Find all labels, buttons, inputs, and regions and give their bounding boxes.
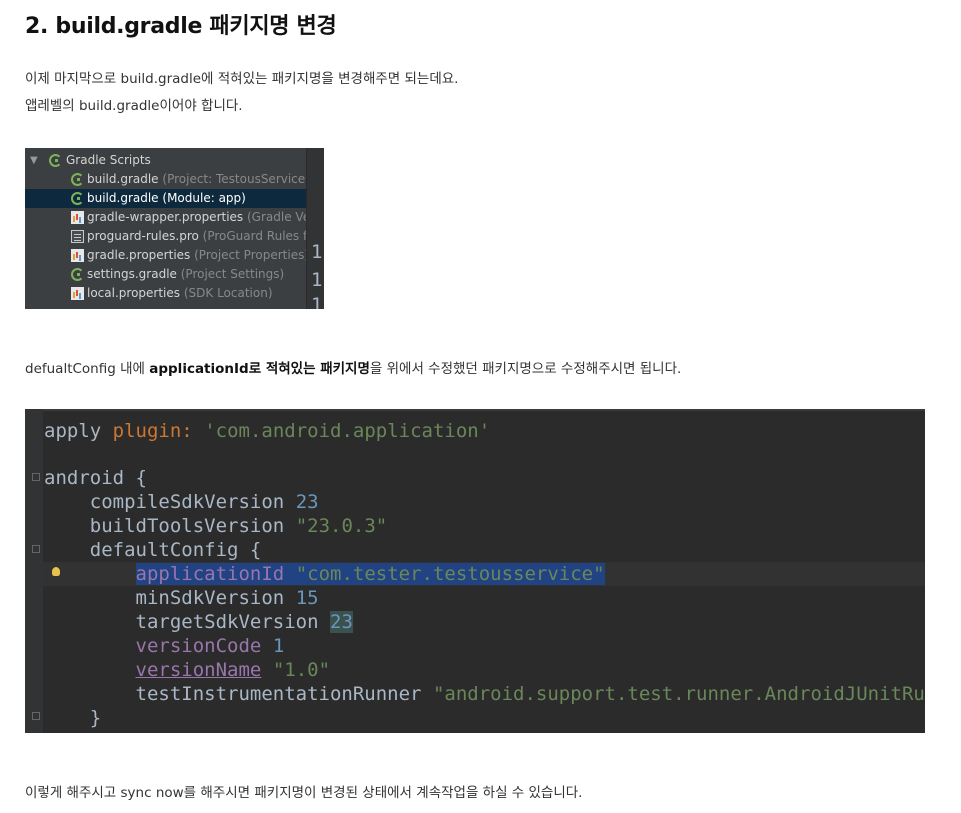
editor-line-gutter: 1 1 1 <box>307 148 324 309</box>
gradle-icon <box>71 173 84 186</box>
properties-icon <box>71 287 84 300</box>
code-line-apply-plugin: apply plugin: 'com.android.application' <box>44 419 490 443</box>
properties-icon <box>71 249 84 262</box>
code-string: "1.0" <box>272 659 331 681</box>
code-line-application-id[interactable]: applicationId "com.tester.testousservice… <box>44 562 605 586</box>
tree-item-name: proguard-rules.pro <box>87 229 199 243</box>
properties-icon <box>71 211 84 224</box>
tree-item-hint: (Module: app) <box>162 191 246 205</box>
tree-item-hint: (ProGuard Rules f <box>202 229 308 243</box>
project-tree-screenshot: ▼ Gradle Scripts build.gradle (Project: … <box>25 148 324 309</box>
tree-item-build-gradle-module[interactable]: build.gradle (Module: app) <box>25 189 307 208</box>
tree-item-hint: (Project Properties) <box>194 248 310 262</box>
code-line-min-sdk: minSdkVersion 15 <box>44 586 319 610</box>
code-number: 23 <box>295 491 319 513</box>
intro-line-1: 이제 마지막으로 build.gradle에 적혀있는 패키지명을 변경해주면 … <box>25 71 459 87</box>
code-line-version-code: versionCode 1 <box>44 634 285 658</box>
tree-item-hint: (Project: TestousService) <box>162 172 310 186</box>
code-token: versionName <box>135 659 262 681</box>
code-line-default-config: defaultConfig { <box>44 538 262 562</box>
instruction-bold-text: applicationId로 적혀있는 패키지명 <box>149 361 370 377</box>
code-string: 'com.android.application' <box>204 420 491 442</box>
tree-item-name: settings.gradle <box>87 267 177 281</box>
tree-item-hint: (Project Settings) <box>180 267 285 281</box>
tree-root-gradle-scripts[interactable]: ▼ Gradle Scripts <box>25 151 307 170</box>
code-token: minSdkVersion <box>135 587 285 609</box>
code-token: buildToolsVersion <box>89 515 285 537</box>
code-line-android: android { <box>44 466 147 490</box>
line-number: 1 <box>311 241 323 263</box>
text-file-icon <box>71 230 84 243</box>
code-token: : <box>181 420 205 442</box>
code-line-version-name: versionName "1.0" <box>44 658 331 682</box>
gradle-icon <box>71 192 84 205</box>
tree-item-hint: (SDK Location) <box>183 286 273 300</box>
tree-item-settings-gradle[interactable]: settings.gradle (Project Settings) <box>25 265 307 284</box>
gradle-icon <box>71 268 84 281</box>
gradle-icon <box>49 154 62 167</box>
code-string: "com.tester.testousservice" <box>295 563 605 585</box>
tree-item-name: gradle-wrapper.properties <box>87 210 244 224</box>
tree-item-name: gradle.properties <box>87 248 191 262</box>
tree-item-proguard-rules[interactable]: proguard-rules.pro (ProGuard Rules f <box>25 227 307 246</box>
code-number: 1 <box>272 635 285 657</box>
code-token: plugin <box>112 420 182 442</box>
fold-marker-icon[interactable] <box>32 473 40 481</box>
code-string: "23.0.3" <box>295 515 388 537</box>
editor-top-border <box>25 409 925 411</box>
code-token: defaultConfig { <box>89 539 262 561</box>
code-token: applicationId <box>135 563 285 585</box>
tree-root-label: Gradle Scripts <box>66 153 151 167</box>
code-number-warning: 23 <box>330 611 353 633</box>
expand-arrow-icon: ▼ <box>30 155 38 166</box>
code-token: android { <box>44 467 147 489</box>
tree-item-name: local.properties <box>87 286 181 300</box>
intro-line-2: 앱레벨의 build.gradle이어야 합니다. <box>25 98 243 114</box>
selected-application-id[interactable]: applicationId "com.tester.testousservice… <box>135 563 605 585</box>
code-token: targetSdkVersion <box>135 611 319 633</box>
editor-gutter <box>25 409 43 733</box>
code-string: "android.support.test.runner.AndroidJUni… <box>432 683 925 705</box>
code-token: testInstrumentationRunner <box>135 683 422 705</box>
code-token: compileSdkVersion <box>89 491 285 513</box>
code-line-close-brace: } <box>44 706 101 730</box>
tree-item-local-properties[interactable]: local.properties (SDK Location) <box>25 284 307 303</box>
line-number: 1 <box>311 269 323 291</box>
outro-paragraph: 이렇게 해주시고 sync now를 해주시면 패키지명이 변경된 상태에서 계… <box>25 785 583 801</box>
tree-item-gradle-wrapper-properties[interactable]: gradle-wrapper.properties (Gradle Ve <box>25 208 311 227</box>
code-line-build-tools: buildToolsVersion "23.0.3" <box>44 514 387 538</box>
instruction-text: 을 위에서 수정했던 패키지명으로 수정해주시면 됩니다. <box>369 361 682 377</box>
fold-marker-icon[interactable] <box>32 545 40 553</box>
instruction-paragraph: defualtConfig 내에 applicationId로 적혀있는 패키지… <box>25 356 681 382</box>
code-token: } <box>89 707 102 729</box>
instruction-text: defualtConfig 내에 <box>25 361 150 377</box>
tree-item-gradle-properties[interactable]: gradle.properties (Project Properties) <box>25 246 310 265</box>
code-token: versionCode <box>135 635 262 657</box>
section-heading: 2. build.gradle 패키지명 변경 <box>25 14 337 39</box>
tree-item-name: build.gradle <box>87 172 159 186</box>
tree-item-hint: (Gradle Ve <box>247 210 311 224</box>
line-number: 1 <box>311 294 323 309</box>
code-token: apply <box>44 420 102 442</box>
code-line-test-runner: testInstrumentationRunner "android.suppo… <box>44 682 925 706</box>
fold-marker-icon[interactable] <box>32 712 40 720</box>
tree-item-build-gradle-project[interactable]: build.gradle (Project: TestousService) <box>25 170 310 189</box>
tree-item-name: build.gradle <box>87 191 159 205</box>
code-line-target-sdk: targetSdkVersion 23 <box>44 610 353 634</box>
code-number: 15 <box>295 587 319 609</box>
code-editor-screenshot: apply plugin: 'com.android.application' … <box>25 409 925 733</box>
code-line-compile-sdk: compileSdkVersion 23 <box>44 490 319 514</box>
